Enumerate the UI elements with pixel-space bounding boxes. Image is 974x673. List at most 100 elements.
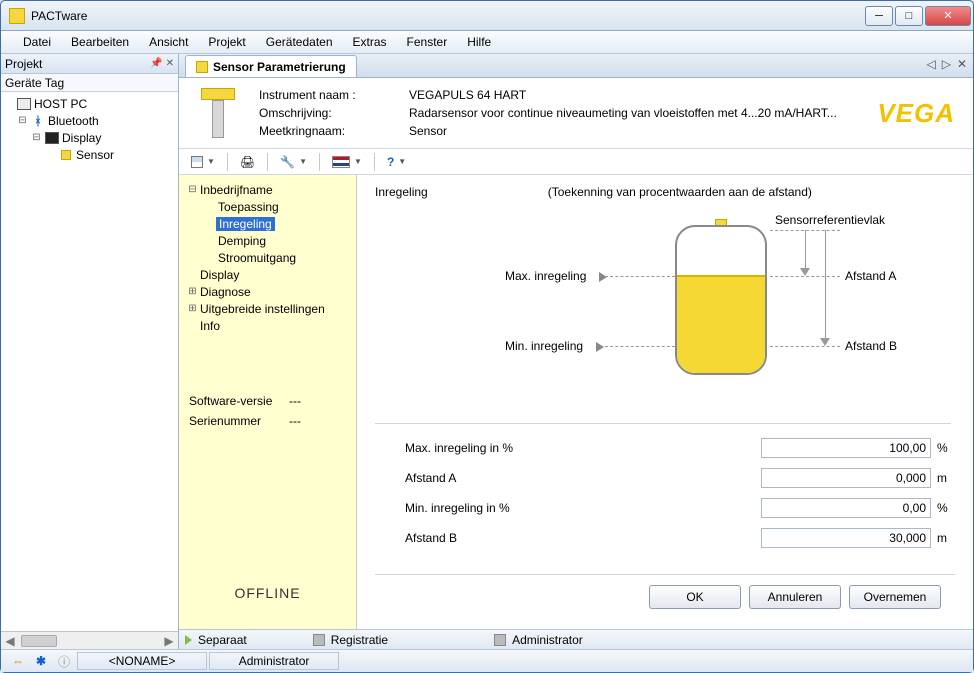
device-toolbar: ▼ 🖨 🔧▼ ▼ ?▼	[179, 149, 973, 175]
pin-icon[interactable]: 📌 ✕	[150, 58, 174, 69]
tree-item-bluetooth[interactable]: ⊟ᚼBluetooth	[3, 112, 176, 129]
scroll-left-icon[interactable]: ◀	[1, 634, 19, 648]
toolbar-tools-button[interactable]: 🔧▼	[276, 153, 311, 171]
status-separaat: Separaat	[198, 633, 247, 647]
app-icon	[9, 8, 25, 24]
tree-item-sensor[interactable]: Sensor	[3, 146, 176, 163]
toolbar-print-button[interactable]: 🖨	[236, 153, 259, 171]
field-distance-a: Afstand Am	[375, 468, 955, 488]
toolbar-layout-button[interactable]: ▼	[187, 154, 219, 170]
nav-stroomuitgang[interactable]: Stroomuitgang	[183, 249, 352, 266]
help-icon: ?	[387, 155, 394, 169]
parameter-area: Inregeling (Toekenning van procentwaarde…	[357, 175, 973, 629]
value-omschrijving: Radarsensor voor continue niveaumeting v…	[409, 106, 857, 120]
tab-sensor-parametrierung[interactable]: Sensor Parametrierung	[185, 55, 357, 77]
close-button[interactable]: ✕	[925, 6, 971, 26]
status-admin-icon	[494, 634, 506, 646]
tree-item-hostpc[interactable]: HOST PC	[3, 95, 176, 112]
status-star-icon[interactable]: ✱	[31, 652, 51, 670]
tab-prev-icon[interactable]: ◁	[926, 57, 935, 71]
menu-fenster[interactable]: Fenster	[397, 32, 458, 52]
window-title: PACTware	[31, 9, 87, 23]
app-statusbar: ⇔ ✱ ⓘ <NONAME> Administrator	[1, 649, 973, 672]
tab-strip: Sensor Parametrierung ◁ ▷ ✕	[179, 54, 973, 78]
nav-tree: ⊟Inbedrijfname Toepassing Inregeling Dem…	[179, 175, 357, 629]
apply-button[interactable]: Overnemen	[849, 585, 941, 609]
scroll-right-icon[interactable]: ▶	[160, 634, 178, 648]
nav-diagnose[interactable]: ⊞Diagnose	[183, 283, 352, 300]
adjustment-diagram: Sensorreferentievlak Max. inregeling Min…	[375, 213, 955, 403]
nav-inbedrijfname[interactable]: ⊟Inbedrijfname	[183, 181, 352, 198]
maximize-button[interactable]: □	[895, 6, 923, 26]
status-admin: Administrator	[512, 633, 583, 647]
field-max-percent: Max. inregeling in %%	[375, 438, 955, 458]
input-distance-b[interactable]	[761, 528, 931, 548]
display-icon	[45, 132, 59, 144]
menu-ansicht[interactable]: Ansicht	[139, 32, 198, 52]
project-scrollbar[interactable]: ◀ ▶	[1, 631, 178, 649]
serial-number-label: Serienummer	[189, 414, 289, 428]
cancel-button[interactable]: Annuleren	[749, 585, 841, 609]
wrench-icon: 🔧	[280, 155, 295, 169]
label-meetkringnaam: Meetkringnaam:	[259, 124, 389, 138]
arrow-down-icon	[800, 268, 810, 276]
distance-b-label: Afstand B	[845, 339, 897, 353]
pc-icon	[17, 98, 31, 110]
nav-demping[interactable]: Demping	[183, 232, 352, 249]
nav-info[interactable]: Info	[183, 317, 352, 334]
nav-toepassing[interactable]: Toepassing	[183, 198, 352, 215]
field-distance-b: Afstand Bm	[375, 528, 955, 548]
tree-item-display[interactable]: ⊟Display	[3, 129, 176, 146]
menu-geraetedaten[interactable]: Gerätedaten	[256, 32, 343, 52]
menu-hilfe[interactable]: Hilfe	[457, 32, 501, 52]
toolbar-language-button[interactable]: ▼	[328, 154, 366, 170]
input-max-percent[interactable]	[761, 438, 931, 458]
min-adjust-label: Min. inregeling	[505, 339, 610, 353]
field-min-percent: Min. inregeling in %%	[375, 498, 955, 518]
tab-close-icon[interactable]: ✕	[957, 57, 967, 71]
project-tree[interactable]: HOST PC ⊟ᚼBluetooth ⊟Display Sensor	[1, 92, 178, 631]
status-arrows-icon[interactable]: ⇔	[7, 652, 29, 670]
device-header: Instrument naam : Omschrijving: Meetkrin…	[179, 78, 973, 149]
sensor-tab-icon	[196, 61, 208, 73]
dialog-buttons: OK Annuleren Overnemen	[375, 574, 955, 619]
toolbar-help-button[interactable]: ?▼	[383, 153, 410, 171]
distance-a-label: Afstand A	[845, 269, 896, 283]
menu-bearbeiten[interactable]: Bearbeiten	[61, 32, 139, 52]
device-statusbar: Separaat Registratie Administrator	[179, 629, 973, 649]
label-instrument-naam: Instrument naam :	[259, 88, 389, 102]
flag-nl-icon	[332, 156, 350, 168]
arrow-down-icon	[820, 338, 830, 346]
param-hint: (Toekenning van procentwaarden aan de af…	[548, 185, 812, 199]
separator	[375, 423, 951, 424]
sensor-icon	[61, 150, 71, 160]
max-adjust-label: Max. inregeling	[505, 269, 613, 283]
status-registratie: Registratie	[331, 633, 388, 647]
ok-button[interactable]: OK	[649, 585, 741, 609]
status-noname: <NONAME>	[77, 652, 207, 670]
param-title: Inregeling	[375, 185, 428, 199]
print-icon: 🖨	[240, 155, 255, 169]
sensor-reference-label: Sensorreferentievlak	[775, 213, 885, 227]
offline-indicator: OFFLINE	[179, 585, 356, 601]
menu-extras[interactable]: Extras	[343, 32, 397, 52]
titlebar: PACTware ─ □ ✕	[1, 1, 973, 31]
nav-uitgebreide[interactable]: ⊞Uitgebreide instellingen	[183, 300, 352, 317]
arrow-right-icon	[596, 342, 604, 352]
status-info-icon[interactable]: ⓘ	[53, 652, 75, 670]
label-omschrijving: Omschrijving:	[259, 106, 389, 120]
minimize-button[interactable]: ─	[865, 6, 893, 26]
nav-display[interactable]: Display	[183, 266, 352, 283]
menubar: Datei Bearbeiten Ansicht Projekt Geräted…	[1, 31, 973, 54]
bluetooth-icon: ᚼ	[34, 114, 41, 128]
scroll-thumb[interactable]	[21, 635, 57, 647]
input-min-percent[interactable]	[761, 498, 931, 518]
software-version-label: Software-versie	[189, 394, 289, 408]
input-distance-a[interactable]	[761, 468, 931, 488]
menu-datei[interactable]: Datei	[13, 32, 61, 52]
nav-inregeling[interactable]: Inregeling	[183, 215, 352, 232]
menu-projekt[interactable]: Projekt	[198, 32, 255, 52]
tab-next-icon[interactable]: ▷	[942, 57, 951, 71]
device-tag-header: Geräte Tag	[1, 74, 178, 92]
main-pane: Sensor Parametrierung ◁ ▷ ✕ Instrument n…	[179, 54, 973, 649]
